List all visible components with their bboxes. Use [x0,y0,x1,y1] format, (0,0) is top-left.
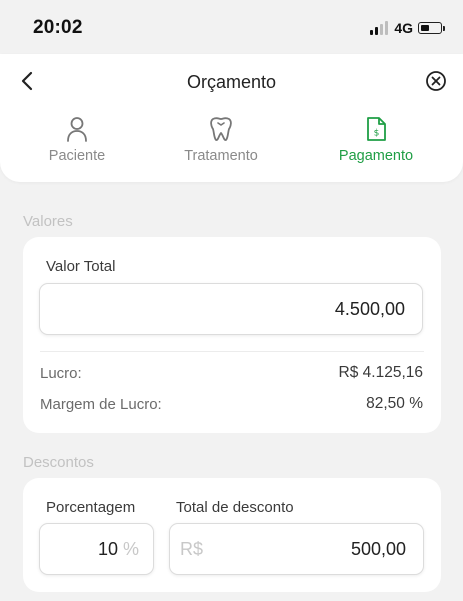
currency-prefix: R$ [180,539,204,559]
status-indicators: 4G [370,19,445,37]
total-desconto-label: Total de desconto [176,499,294,516]
header-card: Orçamento Paciente Tratamento $ Pagament… [0,54,463,182]
percent-suffix: % [122,539,139,559]
step-tratamento[interactable]: Tratamento [151,114,291,164]
section-label-descontos: Descontos [23,454,94,471]
step-tratamento-label: Tratamento [184,148,258,164]
signal-icon [370,21,389,35]
lucro-label: Lucro: [40,365,82,382]
valor-total-value: 4.500,00 [334,299,405,319]
valor-total-label: Valor Total [46,258,116,275]
payment-document-icon: $ [367,117,386,141]
page-title: Orçamento [186,72,277,92]
step-paciente[interactable]: Paciente [7,114,147,164]
lucro-value: R$ 4.125,16 [338,364,423,381]
porcentagem-value: 10 [97,539,118,559]
step-paciente-label: Paciente [48,148,106,164]
status-bar: 20:02 4G [0,0,463,54]
status-time: 20:02 [33,17,83,38]
total-desconto-value: 500,00 [350,539,406,559]
descontos-card: Porcentagem 10 % Total de desconto R$ 50… [23,478,441,592]
battery-icon [418,22,442,34]
network-type: 4G [394,20,413,36]
porcentagem-input[interactable]: 10 % [39,523,154,575]
person-icon [67,117,87,142]
margem-lucro-value: 82,50 % [366,395,423,412]
margem-lucro-label: Margem de Lucro: [40,396,162,413]
porcentagem-label: Porcentagem [46,499,136,516]
section-label-valores: Valores [23,213,73,230]
valores-card: Valor Total 4.500,00 Lucro: R$ 4.125,16 … [23,237,441,433]
valor-total-input[interactable]: 4.500,00 [39,283,423,335]
svg-text:$: $ [374,129,380,139]
step-pagamento-label: Pagamento [338,148,414,164]
battery-cap [443,25,445,31]
close-circle-icon [426,71,446,91]
divider [40,351,424,352]
close-button[interactable] [425,70,447,92]
porcentagem-field: 10 % [98,539,139,560]
tooth-icon [210,117,232,141]
step-pagamento[interactable]: $ Pagamento [306,114,446,164]
total-desconto-input[interactable]: R$ 500,00 [169,523,424,575]
